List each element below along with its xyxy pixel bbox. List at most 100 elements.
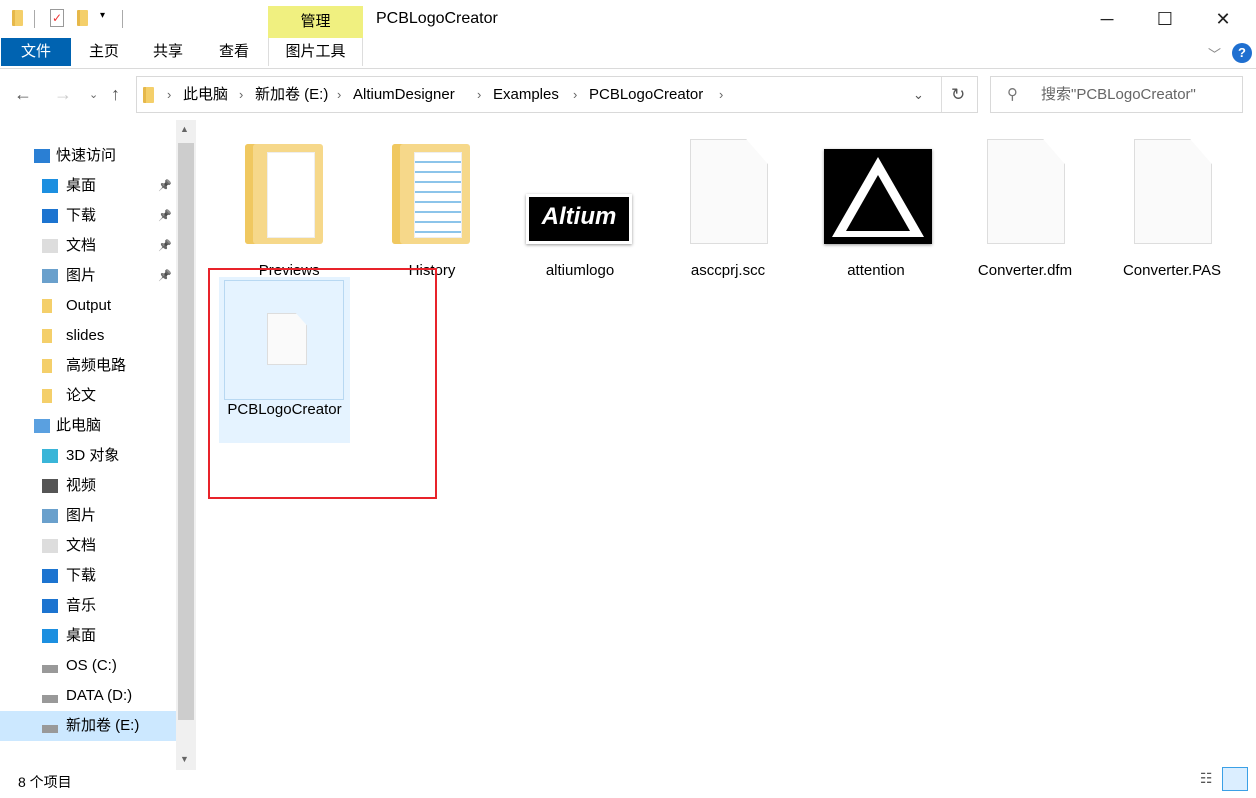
sidebar-item[interactable]: 桌面 xyxy=(0,621,176,651)
sidebar-item[interactable]: Output xyxy=(0,291,176,321)
desktop-icon xyxy=(42,179,58,193)
document-icon xyxy=(42,539,58,553)
sidebar-item[interactable]: OS (C:) xyxy=(0,651,176,681)
forward-button[interactable]: → xyxy=(54,84,72,105)
status-item-count: 8 个项目 xyxy=(18,774,72,790)
sidebar-item-label: OS (C:) xyxy=(66,657,117,674)
pin-icon: 📌 xyxy=(158,270,172,282)
desktop-icon xyxy=(42,629,58,643)
tab-view[interactable]: 查看 xyxy=(200,38,268,66)
context-tab-manage[interactable]: 管理 xyxy=(268,6,363,38)
sidebar-item-label: 此电脑 xyxy=(56,417,102,434)
file-icon xyxy=(1134,139,1212,244)
sidebar-item[interactable]: 音乐 xyxy=(0,591,176,621)
sidebar-item-label: 文档 xyxy=(66,537,97,554)
help-icon[interactable]: ? xyxy=(1232,43,1252,63)
sidebar-item[interactable]: 此电脑 xyxy=(0,411,176,441)
expand-ribbon-icon[interactable]: ﹀ xyxy=(1208,44,1221,63)
file-name: Converter.dfm xyxy=(977,262,1073,279)
recent-dropdown-icon[interactable]: ⌄ xyxy=(89,88,98,101)
drive-icon xyxy=(42,665,58,673)
sidebar-item[interactable]: 视频 xyxy=(0,471,176,501)
file-item[interactable]: attention xyxy=(806,134,946,294)
chevron-right-icon: › xyxy=(477,87,482,102)
scroll-down-icon[interactable]: ▼ xyxy=(180,754,189,764)
file-name: attention xyxy=(847,262,905,279)
sidebar-item[interactable]: DATA (D:) xyxy=(0,681,176,711)
file-item[interactable]: Converter.dfm xyxy=(955,134,1095,294)
search-placeholder: 搜索"PCBLogoCreator" xyxy=(1041,86,1196,103)
sidebar-item-label: 3D 对象 xyxy=(66,447,120,464)
large-icons-view-button[interactable] xyxy=(1222,767,1248,791)
divider xyxy=(34,10,35,28)
pin-icon: 📌 xyxy=(158,180,172,192)
sidebar-item-label: 桌面 xyxy=(66,627,97,644)
folder-icon xyxy=(42,329,52,343)
file-name: altiumlogo xyxy=(545,262,615,279)
properties-icon[interactable]: ✓ xyxy=(50,9,64,27)
sidebar-item[interactable]: 高频电路 xyxy=(0,351,176,381)
sidebar-item-label: 论文 xyxy=(66,387,97,404)
address-dropdown-icon[interactable]: ⌄ xyxy=(913,77,924,113)
sidebar-item[interactable]: 下载 xyxy=(0,561,176,591)
address-bar[interactable]: › 此电脑 › 新加卷 (E:) › AltiumDesigner › Exam… xyxy=(136,76,978,113)
picture-icon xyxy=(42,509,58,523)
tab-share[interactable]: 共享 xyxy=(136,38,200,66)
sidebar-item[interactable]: 文档 xyxy=(0,531,176,561)
folder-icon[interactable] xyxy=(12,10,23,26)
sidebar-item[interactable]: 文档 📌 xyxy=(0,231,176,261)
new-folder-icon[interactable] xyxy=(77,10,88,26)
sidebar-item-label: DATA (D:) xyxy=(66,687,133,704)
picture-icon xyxy=(42,269,58,283)
scrollbar-thumb[interactable] xyxy=(178,143,194,720)
details-view-button[interactable]: ☷ xyxy=(1200,770,1213,787)
up-button[interactable]: ↑ xyxy=(111,84,120,105)
sidebar-item[interactable]: 新加卷 (E:) xyxy=(0,711,176,741)
file-item[interactable]: asccprj.scc xyxy=(658,134,798,294)
breadcrumb-examples[interactable]: Examples xyxy=(493,77,559,113)
scroll-up-icon[interactable]: ▲ xyxy=(180,124,189,134)
sidebar-item[interactable]: 快速访问 xyxy=(0,141,176,171)
breadcrumb-altiumdesigner[interactable]: AltiumDesigner xyxy=(353,77,455,113)
drive-icon xyxy=(42,725,58,733)
customize-dropdown-icon[interactable]: ▾ xyxy=(100,10,105,21)
sidebar-item[interactable]: slides xyxy=(0,321,176,351)
breadcrumb-this-pc[interactable]: 此电脑 xyxy=(183,77,228,113)
file-icon xyxy=(987,139,1065,244)
document-icon xyxy=(42,239,58,253)
back-button[interactable]: ← xyxy=(14,84,32,105)
sidebar-item[interactable]: 3D 对象 xyxy=(0,441,176,471)
sidebar-item-label: 视频 xyxy=(66,477,97,494)
sidebar-item-label: 桌面 xyxy=(66,177,97,194)
refresh-icon[interactable]: ↻ xyxy=(951,77,965,113)
sidebar-item-label: 文档 xyxy=(66,237,97,254)
chevron-right-icon: › xyxy=(719,87,724,102)
pin-icon: 📌 xyxy=(158,240,172,252)
window-title: PCBLogoCreator xyxy=(376,10,498,27)
file-item[interactable]: Converter.PAS xyxy=(1102,134,1242,294)
folder-icon xyxy=(42,299,52,313)
chevron-right-icon: › xyxy=(573,87,578,102)
tab-home[interactable]: 主页 xyxy=(72,38,136,66)
sidebar-item[interactable]: 下载 📌 xyxy=(0,201,176,231)
breadcrumb-drive-e[interactable]: 新加卷 (E:) xyxy=(255,77,328,113)
maximize-button[interactable]: ☐ xyxy=(1145,4,1185,34)
drive-icon xyxy=(42,695,58,703)
minimize-button[interactable]: ─ xyxy=(1087,4,1127,34)
3d-objects-icon xyxy=(42,449,58,463)
sidebar-item[interactable]: 桌面 📌 xyxy=(0,171,176,201)
file-item[interactable]: Altium altiumlogo xyxy=(510,134,650,294)
chevron-right-icon: › xyxy=(167,87,172,102)
sidebar-item[interactable]: 图片 📌 xyxy=(0,261,176,291)
sidebar-item[interactable]: 论文 xyxy=(0,381,176,411)
breadcrumb-pcblogocreator[interactable]: PCBLogoCreator xyxy=(589,77,703,113)
altium-logo-image: Altium xyxy=(526,194,632,244)
close-button[interactable]: ✕ xyxy=(1203,4,1243,34)
sidebar-item-label: 音乐 xyxy=(66,597,97,614)
search-input[interactable]: ⚲ 搜索"PCBLogoCreator" xyxy=(990,76,1243,113)
tab-file[interactable]: 文件 xyxy=(1,38,71,66)
sidebar-item-label: 高频电路 xyxy=(66,357,127,374)
folder-icon xyxy=(42,359,52,373)
sidebar-item[interactable]: 图片 xyxy=(0,501,176,531)
tab-picture-tools[interactable]: 图片工具 xyxy=(268,38,363,66)
